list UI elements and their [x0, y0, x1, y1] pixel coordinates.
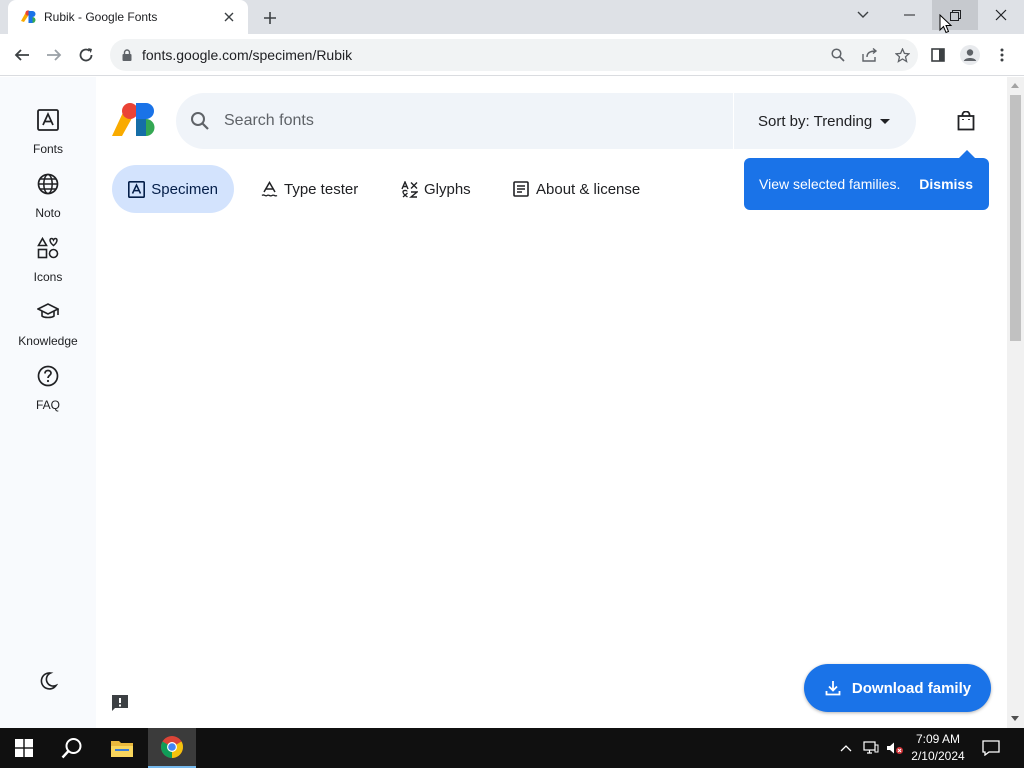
rail-item-fonts[interactable]: Fonts: [0, 104, 96, 164]
popup-arrow: [959, 150, 975, 158]
reload-icon[interactable]: [72, 41, 100, 69]
rail-item-icons[interactable]: Icons: [0, 232, 96, 292]
dropdown-caret-icon: [880, 118, 891, 124]
share-icon[interactable]: [854, 39, 886, 71]
download-icon: [824, 679, 842, 697]
close-window-icon[interactable]: [978, 0, 1024, 30]
tab-label: Type tester: [284, 180, 359, 198]
page-scrollbar[interactable]: [1007, 77, 1024, 728]
rail-label-faq: FAQ: [35, 398, 60, 412]
tab-close-icon[interactable]: [220, 8, 238, 26]
zoom-search-icon[interactable]: [822, 39, 854, 71]
windows-taskbar: 7:09 AM 2/10/2024: [0, 728, 1024, 768]
browser-tab[interactable]: Rubik - Google Fonts: [8, 0, 248, 34]
mouse-cursor-icon: [939, 13, 953, 39]
clock-date: 2/10/2024: [911, 749, 965, 763]
tab-label: Glyphs: [424, 180, 471, 198]
clock-time: 7:09 AM: [915, 732, 961, 746]
sort-label: Sort by: Trending: [758, 112, 873, 130]
scrollbar-thumb[interactable]: [1010, 95, 1021, 341]
tab-type-tester[interactable]: Type tester: [260, 165, 358, 213]
network-icon[interactable]: [860, 728, 882, 768]
bookmark-star-icon[interactable]: [886, 39, 918, 71]
tab-title: Rubik - Google Fonts: [44, 10, 158, 24]
scroll-down-arrow[interactable]: [1011, 716, 1019, 721]
google-fonts-logo[interactable]: [112, 102, 158, 138]
tab-label: Specimen: [151, 180, 218, 198]
search-icon[interactable]: [188, 109, 212, 133]
specimen-font-icon: [128, 180, 146, 198]
selected-families-snackbar: View selected families. Dismiss: [744, 150, 989, 210]
rail-label-icons: Icons: [33, 270, 63, 284]
rail-label-noto: Noto: [35, 206, 61, 220]
volume-muted-icon[interactable]: [884, 728, 906, 768]
view-selected-families-link[interactable]: View selected families.: [759, 176, 919, 192]
type-tester-icon: [260, 180, 278, 198]
more-menu-icon[interactable]: [988, 41, 1016, 69]
address-bar[interactable]: fonts.google.com/specimen/Rubik: [110, 39, 918, 71]
google-fonts-favicon: [20, 9, 36, 25]
glyphs-icon: [400, 180, 418, 198]
rail-item-knowledge[interactable]: Knowledge: [0, 296, 96, 356]
file-explorer-icon[interactable]: [98, 728, 146, 768]
back-icon[interactable]: [8, 41, 36, 69]
profile-avatar-icon[interactable]: [956, 41, 984, 69]
tab-search-icon[interactable]: [840, 0, 886, 30]
tab-about-license[interactable]: About & license: [512, 165, 640, 213]
dark-mode-moon-icon[interactable]: [34, 667, 62, 695]
show-hidden-icons-chevron-icon[interactable]: [836, 728, 856, 768]
rail-item-noto[interactable]: Noto: [0, 168, 96, 228]
shapes-icon: [34, 234, 62, 262]
notifications-icon[interactable]: [976, 728, 1006, 768]
taskbar-search-icon[interactable]: [48, 728, 96, 768]
rail-label-knowledge: Knowledge: [18, 334, 78, 348]
shopping-bag-icon[interactable]: [954, 109, 978, 133]
help-circle-icon: [34, 362, 62, 390]
windows-start-icon[interactable]: [0, 728, 48, 768]
url-text[interactable]: fonts.google.com/specimen/Rubik: [142, 47, 822, 63]
chrome-taskbar-icon[interactable]: [148, 728, 196, 768]
new-tab-icon[interactable]: [258, 6, 282, 30]
search-input[interactable]: [224, 112, 704, 130]
browser-tab-strip: Rubik - Google Fonts: [0, 0, 1024, 34]
scroll-up-arrow[interactable]: [1011, 83, 1019, 88]
side-panel-icon[interactable]: [924, 41, 952, 69]
lock-icon[interactable]: [122, 49, 132, 61]
forward-icon[interactable]: [40, 41, 68, 69]
rail-item-faq[interactable]: FAQ: [0, 360, 96, 420]
tab-specimen[interactable]: Specimen: [112, 165, 234, 213]
browser-toolbar: fonts.google.com/specimen/Rubik: [0, 34, 1024, 76]
dismiss-button[interactable]: Dismiss: [919, 176, 973, 192]
font-box-icon: [34, 106, 62, 134]
sort-dropdown[interactable]: Sort by: Trending: [758, 93, 891, 149]
font-search-bar: Sort by: Trending: [176, 93, 916, 149]
search-divider: [733, 93, 734, 149]
feedback-icon[interactable]: [108, 691, 132, 715]
tab-glyphs[interactable]: Glyphs: [400, 165, 471, 213]
download-family-button[interactable]: Download family: [804, 664, 991, 712]
globe-icon: [34, 170, 62, 198]
tab-label: About & license: [536, 180, 641, 198]
article-icon: [512, 180, 530, 198]
system-clock[interactable]: 7:09 AM 2/10/2024: [906, 731, 970, 765]
page-content: Fonts Noto Icons Knowledge FAQ Search fo…: [0, 77, 1024, 728]
download-label: Download family: [851, 679, 972, 697]
rail-label-fonts: Fonts: [32, 142, 63, 156]
graduation-cap-icon: [34, 298, 62, 326]
navigation-rail: Fonts Noto Icons Knowledge FAQ: [0, 77, 96, 728]
minimize-icon[interactable]: [886, 0, 932, 30]
